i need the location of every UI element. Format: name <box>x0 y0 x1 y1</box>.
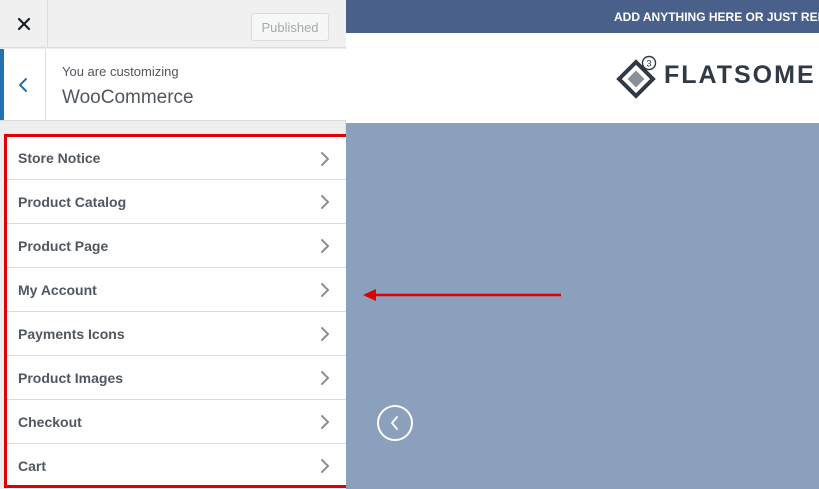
preview-top-bar: ADD ANYTHING HERE OR JUST REMOVE IT... <box>346 0 819 33</box>
top-bar-text: ADD ANYTHING HERE OR JUST REMOVE IT... <box>614 9 819 24</box>
section-list: Store Notice Product Catalog Product Pag… <box>6 136 346 488</box>
chevron-right-icon <box>321 152 329 166</box>
customizer-sidebar: Published You are customizing WooCommerc… <box>0 0 346 489</box>
close-button[interactable] <box>0 0 48 48</box>
section-item-product-catalog[interactable]: Product Catalog <box>6 180 346 224</box>
chevron-left-icon <box>18 77 27 92</box>
annotation-arrow-icon <box>363 289 561 301</box>
customizing-header: You are customizing WooCommerce <box>0 49 346 121</box>
section-label: Product Images <box>18 369 124 386</box>
site-preview: ADD ANYTHING HERE OR JUST REMOVE IT... 3… <box>346 0 819 489</box>
chevron-right-icon <box>321 239 329 253</box>
panel-title: WooCommerce <box>62 87 194 108</box>
chevron-right-icon <box>321 283 329 297</box>
logo-text[interactable]: FLATSOME <box>664 61 816 90</box>
section-item-payments-icons[interactable]: Payments Icons <box>6 312 346 356</box>
section-label: Product Page <box>18 237 109 254</box>
section-label: Payments Icons <box>18 325 125 342</box>
chevron-left-icon <box>391 416 398 430</box>
section-item-cart[interactable]: Cart <box>6 444 346 488</box>
section-item-product-page[interactable]: Product Page <box>6 224 346 268</box>
section-item-product-images[interactable]: Product Images <box>6 356 346 400</box>
section-label: Cart <box>18 457 47 474</box>
section-label: Store Notice <box>18 150 101 166</box>
section-item-my-account[interactable]: My Account <box>6 268 346 312</box>
chevron-right-icon <box>321 459 329 473</box>
chevron-right-icon <box>321 371 329 385</box>
chevron-right-icon <box>321 195 329 209</box>
section-label: My Account <box>18 281 97 298</box>
publish-button[interactable]: Published <box>251 13 329 41</box>
section-label: Product Catalog <box>18 193 127 210</box>
section-label: Checkout <box>18 413 82 430</box>
section-item-store-notice[interactable]: Store Notice <box>6 136 346 180</box>
customizer-topbar: Published <box>0 0 346 48</box>
slider-prev-button[interactable] <box>377 405 413 441</box>
section-item-checkout[interactable]: Checkout <box>6 400 346 444</box>
customizing-label: You are customizing <box>62 64 179 79</box>
flatsome-logo-icon[interactable]: 3 <box>614 54 660 100</box>
preview-header: 3 FLATSOME <box>346 33 819 123</box>
chevron-right-icon <box>321 327 329 341</box>
logo-badge: 3 <box>646 59 651 69</box>
close-icon <box>17 17 30 31</box>
chevron-right-icon <box>321 415 329 429</box>
hero-slider <box>346 123 819 489</box>
back-button[interactable] <box>0 49 46 120</box>
